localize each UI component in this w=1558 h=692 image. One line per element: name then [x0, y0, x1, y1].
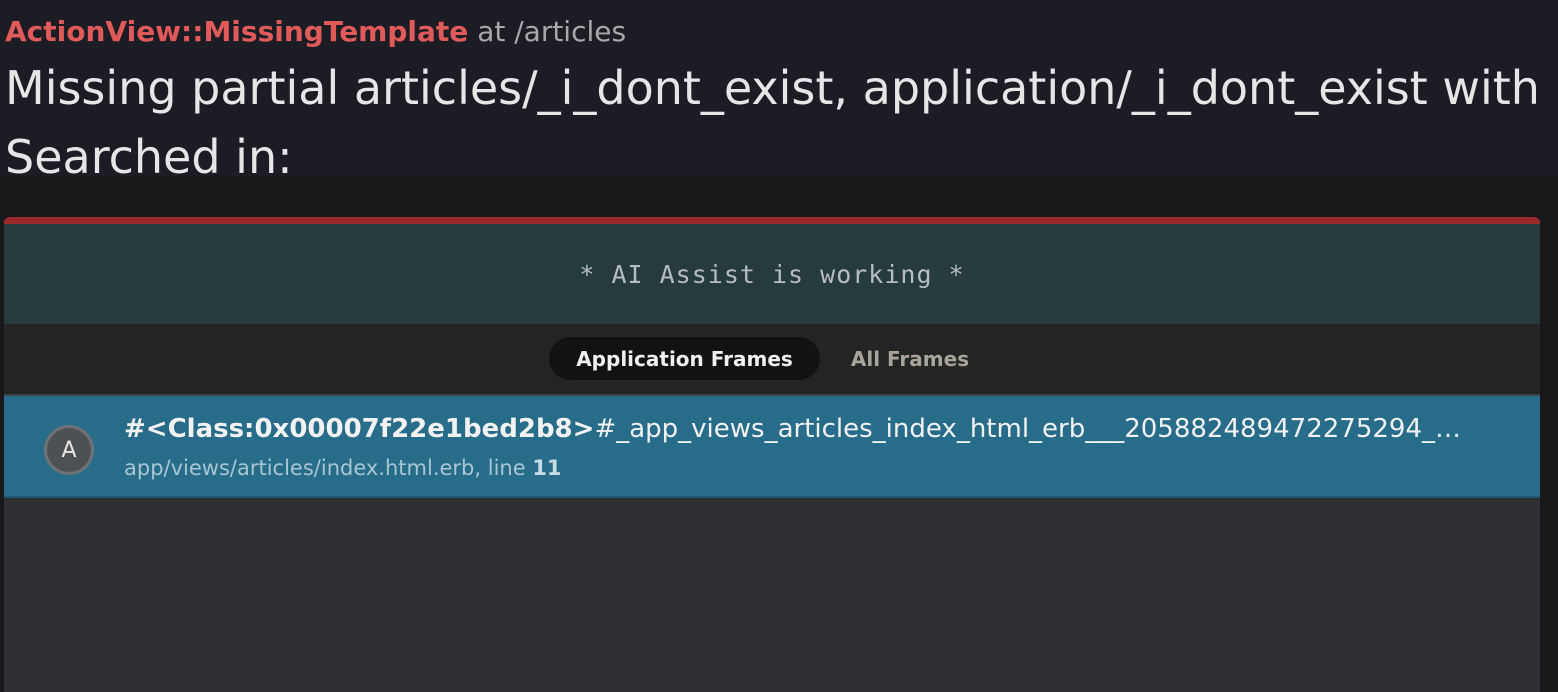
- ai-assist-status: * AI Assist is working *: [579, 259, 965, 289]
- frame-row[interactable]: A #<Class:0x00007f22e1bed2b8>#_app_views…: [4, 396, 1540, 498]
- frame-file: app/views/articles/index.html.erb, line: [124, 456, 533, 480]
- frame-class-name: #<Class:0x00007f22e1bed2b8>: [124, 414, 595, 444]
- frame-method-name: #_app_views_articles_index_html_erb___20…: [594, 414, 1461, 444]
- exception-message: Missing partial articles/_i_dont_exist, …: [5, 61, 1558, 115]
- exception-class: ActionView::MissingTemplate: [5, 15, 469, 48]
- request-path: at /articles: [477, 15, 627, 48]
- application-frame-badge: A: [44, 425, 94, 475]
- ai-assist-banner: * AI Assist is working *: [4, 224, 1540, 324]
- exception-header: ActionView::MissingTemplate at /articles…: [0, 0, 1558, 176]
- frame-location: app/views/articles/index.html.erb, line …: [124, 454, 562, 482]
- frame-tabs: Application Frames All Frames: [4, 324, 1540, 396]
- tab-application-frames[interactable]: Application Frames: [549, 337, 820, 380]
- frame-line-number: 11: [532, 456, 562, 480]
- exception-title: ActionView::MissingTemplate at /articles: [5, 14, 626, 50]
- tab-all-frames[interactable]: All Frames: [840, 337, 980, 380]
- backtrace-panel: * AI Assist is working * Application Fra…: [4, 217, 1540, 692]
- searched-in-label: Searched in:: [5, 130, 293, 176]
- frame-method: #<Class:0x00007f22e1bed2b8>#_app_views_a…: [124, 411, 1504, 447]
